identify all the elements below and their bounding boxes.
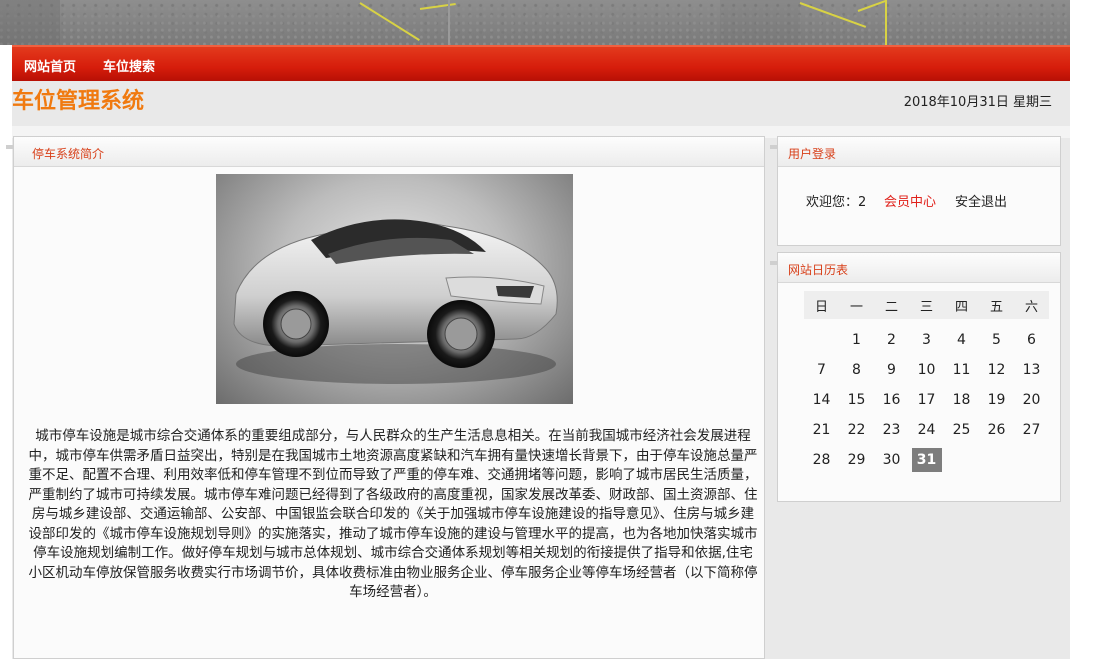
calendar-week-row: 123456: [804, 325, 1049, 355]
calendar-empty-cell: [979, 445, 1014, 475]
calendar-panel: 网站日历表 日一二三四五六 1 2 3 4 5 6 7 8 9 10 11 12 13 14 15 16 17 1…: [770, 252, 1061, 502]
site-title: 车位管理系统: [12, 89, 145, 114]
calendar-weekday: 四: [944, 291, 979, 319]
calendar-empty-cell: [944, 445, 979, 475]
calendar-day[interactable]: 17: [909, 385, 944, 415]
calendar-day[interactable]: 23: [874, 415, 909, 445]
calendar-day[interactable]: 7: [804, 355, 839, 385]
calendar-panel-header: 网站日历表: [770, 253, 1060, 283]
member-center-link[interactable]: 会员中心: [884, 191, 936, 210]
login-panel-header: 用户登录: [770, 137, 1060, 167]
calendar-day-today[interactable]: 31: [909, 445, 944, 475]
calendar-week-row: 28 29 30 31: [804, 445, 1049, 475]
calendar-weekday: 一: [839, 291, 874, 319]
calendar-day[interactable]: 20: [1014, 385, 1049, 415]
intro-panel: 停车系统简介 城市停车设施是城市综合交通体系的重要组成部分，与人民群众的生产生活…: [6, 136, 765, 659]
calendar-day[interactable]: 25: [944, 415, 979, 445]
nav-parking-search[interactable]: 车位搜索: [103, 56, 155, 75]
calendar-day[interactable]: 6: [1014, 325, 1049, 355]
calendar-day[interactable]: 3: [909, 325, 944, 355]
main-nav: 网站首页 车位搜索: [12, 45, 1070, 81]
calendar-empty-cell: [804, 325, 839, 355]
logout-link[interactable]: 安全退出: [955, 191, 1007, 210]
title-bar: 车位管理系统 2018年10月31日 星期三: [12, 81, 1070, 126]
calendar-day[interactable]: 12: [979, 355, 1014, 385]
calendar-body: 1 2 3 4 5 6 7 8 9 10 11 12 13 14 15 16 17 18 19 20 21 22 23 24 2…: [804, 319, 1049, 475]
calendar-day[interactable]: 2: [874, 325, 909, 355]
calendar-weekday: 三: [909, 291, 944, 319]
right-gutter: [1070, 0, 1111, 659]
calendar-table: 日一二三四五六 1 2 3 4 5 6 7 8 9 10 11 12 13 14 15 16 17 18 19 20 2…: [804, 291, 1049, 475]
login-panel-title: 用户登录: [788, 147, 837, 161]
car-illustration: [233, 219, 558, 384]
calendar-week-row: 21 22 23 24 25 26 27: [804, 415, 1049, 445]
calendar-day[interactable]: 24: [909, 415, 944, 445]
current-date: 2018年10月31日 星期三: [903, 95, 1052, 110]
today-highlight: 31: [911, 448, 942, 472]
calendar-weekday-row: 日一二三四五六: [804, 291, 1049, 319]
calendar-day[interactable]: 16: [874, 385, 909, 415]
intro-text: 城市停车设施是城市综合交通体系的重要组成部分，与人民群众的生产生活息息相关。在当…: [28, 428, 758, 600]
calendar-day[interactable]: 29: [839, 445, 874, 475]
intro-panel-title: 停车系统简介: [32, 147, 105, 161]
header-banner: [0, 0, 1070, 45]
calendar-day[interactable]: 21: [804, 415, 839, 445]
calendar-day[interactable]: 1: [839, 325, 874, 355]
calendar-weekday: 五: [979, 291, 1014, 319]
calendar-day[interactable]: 30: [874, 445, 909, 475]
nav-home[interactable]: 网站首页: [24, 56, 76, 75]
calendar-day[interactable]: 4: [944, 325, 979, 355]
calendar-day[interactable]: 10: [909, 355, 944, 385]
calendar-day[interactable]: 27: [1014, 415, 1049, 445]
calendar-weekday: 六: [1014, 291, 1049, 319]
calendar-day[interactable]: 13: [1014, 355, 1049, 385]
welcome-text: 欢迎您：2: [806, 195, 867, 210]
calendar-day[interactable]: 8: [839, 355, 874, 385]
calendar-day[interactable]: 22: [839, 415, 874, 445]
calendar-day[interactable]: 5: [979, 325, 1014, 355]
page-frame: 网站首页 车位搜索 车位管理系统 2018年10月31日 星期三 停车系统简介: [0, 0, 1111, 659]
calendar-day[interactable]: 18: [944, 385, 979, 415]
calendar-day[interactable]: 9: [874, 355, 909, 385]
calendar-day[interactable]: 19: [979, 385, 1014, 415]
login-panel: 用户登录 欢迎您：2 会员中心 安全退出: [770, 136, 1061, 246]
calendar-week-row: 14 15 16 17 18 19 20: [804, 385, 1049, 415]
calendar-empty-cell: [1014, 445, 1049, 475]
calendar-day[interactable]: 26: [979, 415, 1014, 445]
calendar-day[interactable]: 28: [804, 445, 839, 475]
car-image: [216, 174, 573, 404]
calendar-day[interactable]: 14: [804, 385, 839, 415]
calendar-weekday: 日: [804, 291, 839, 319]
calendar-week-row: 7 8 9 10 11 12 13: [804, 355, 1049, 385]
calendar-panel-title: 网站日历表: [788, 263, 849, 277]
calendar-day[interactable]: 11: [944, 355, 979, 385]
calendar-day[interactable]: 15: [839, 385, 874, 415]
intro-panel-header: 停车系统简介: [6, 137, 764, 167]
calendar-weekday: 二: [874, 291, 909, 319]
